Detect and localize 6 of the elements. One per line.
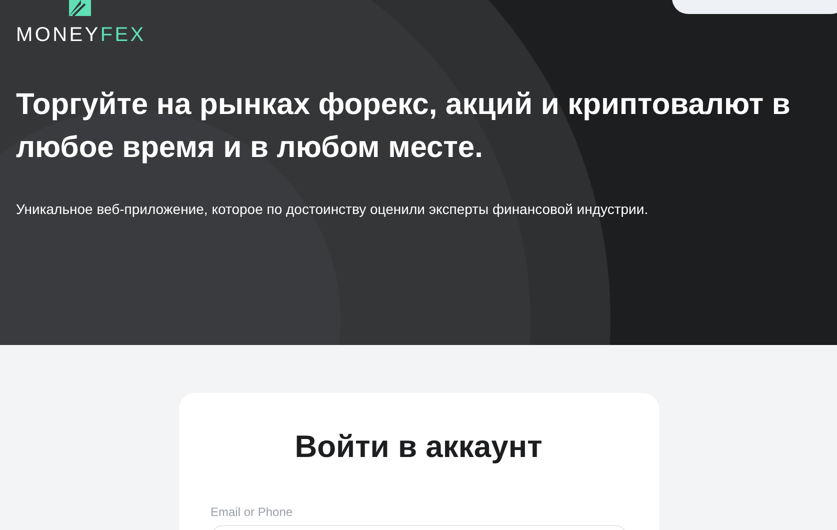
field-label: Email or Phone (210, 505, 294, 519)
logo-icon (69, 0, 91, 16)
hero-title: Торгуйте на рынках форекс, акций и криптовалют в любое время и в любом месте. (16, 87, 792, 166)
hero-subtitle: Уникальное веб-приложение, которое по достоинству оценили эксперты финансовой индустрии. (16, 201, 650, 217)
logo-text: MONEY FEX (16, 25, 146, 45)
login-title: Войти в аккаунт (294, 429, 544, 465)
